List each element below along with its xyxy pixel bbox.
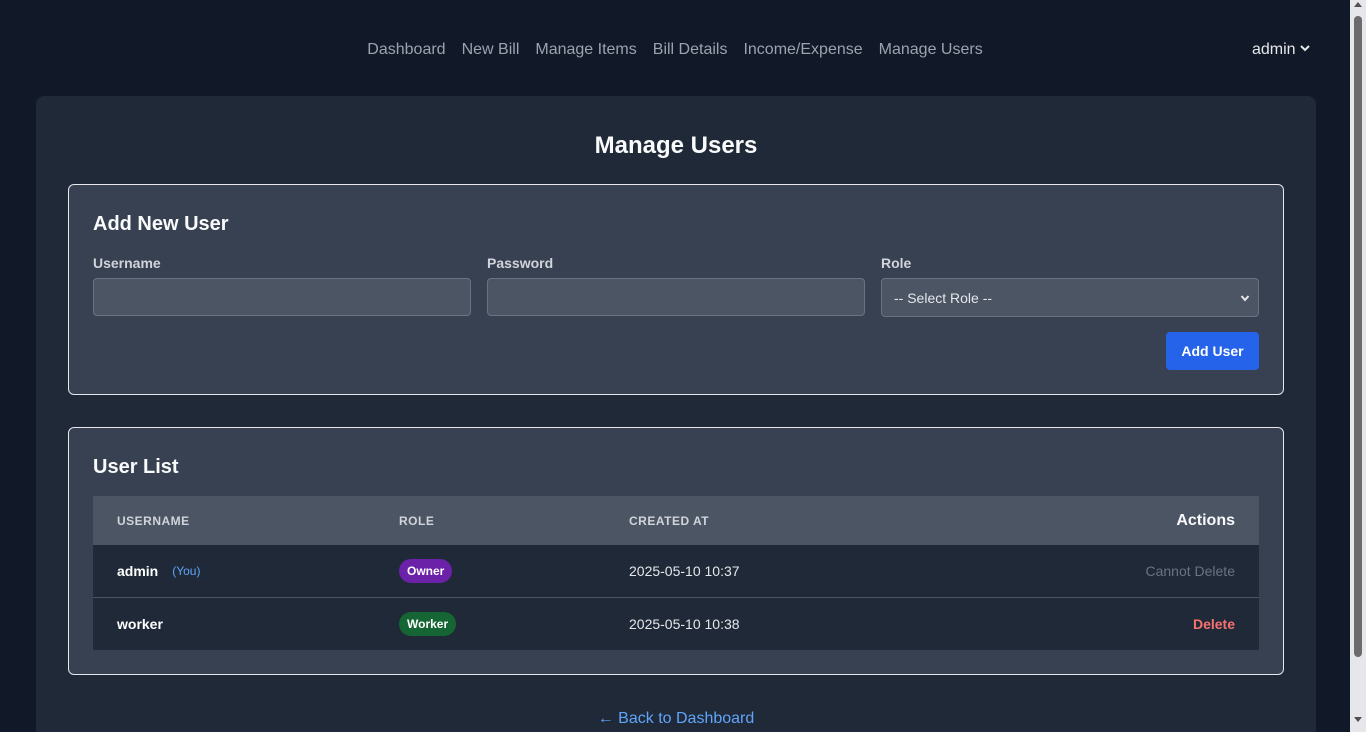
role-cell: Owner	[399, 545, 453, 597]
user-list-panel: User List USERNAME ROLE CREATED AT Actio…	[68, 427, 1284, 675]
created-at-cell: 2025-05-10 10:38	[629, 616, 740, 632]
user-menu-label: admin	[1252, 41, 1296, 58]
scroll-down-arrow-icon[interactable]	[1354, 717, 1362, 722]
user-list-title: User List	[93, 456, 179, 478]
table-header: USERNAME ROLE CREATED AT Actions	[93, 496, 1259, 545]
vertical-scrollbar[interactable]	[1350, 0, 1366, 732]
scrollbar-thumb[interactable]	[1354, 16, 1362, 657]
username-text: admin	[117, 563, 159, 579]
role-cell: Worker	[399, 598, 457, 650]
add-user-panel: Add New User Username Password Role -- S…	[68, 184, 1284, 395]
username-field-group: Username	[93, 255, 471, 316]
main-card: Manage Users Add New User Username Passw…	[36, 96, 1316, 732]
add-user-button[interactable]: Add User	[1166, 332, 1259, 370]
chevron-down-icon	[1299, 40, 1311, 60]
role-badge-owner: Owner	[399, 559, 453, 583]
user-menu[interactable]: admin	[1252, 40, 1311, 60]
nav-link-new-bill[interactable]: New Bill	[462, 40, 520, 60]
role-select[interactable]: -- Select Role --	[881, 278, 1259, 317]
page-title: Manage Users	[594, 132, 758, 159]
role-badge-worker: Worker	[399, 612, 457, 636]
column-header-created-at: CREATED AT	[629, 513, 710, 528]
nav-link-manage-items[interactable]: Manage Items	[535, 40, 636, 60]
nav-link-income-expense[interactable]: Income/Expense	[743, 40, 862, 60]
nav-link-manage-users[interactable]: Manage Users	[879, 40, 983, 60]
role-select-value: -- Select Role --	[894, 289, 993, 306]
column-header-role: ROLE	[399, 513, 435, 528]
username-cell: worker	[117, 598, 163, 650]
users-table: USERNAME ROLE CREATED AT Actions admin (…	[93, 496, 1259, 650]
username-input[interactable]	[93, 278, 471, 316]
cannot-delete-label: Cannot Delete	[1145, 563, 1235, 579]
password-label: Password	[487, 255, 554, 271]
top-navigation: Dashboard New Bill Manage Items Bill Det…	[0, 0, 1350, 96]
nav-link-dashboard[interactable]: Dashboard	[367, 40, 445, 60]
delete-user-button[interactable]: Delete	[1193, 598, 1235, 650]
created-at-cell: 2025-05-10 10:37	[629, 563, 740, 579]
nav-links: Dashboard New Bill Manage Items Bill Det…	[0, 40, 1350, 60]
password-input[interactable]	[487, 278, 865, 316]
current-user-tag: (You)	[172, 564, 201, 578]
column-header-username: USERNAME	[117, 513, 190, 528]
back-to-dashboard-link[interactable]: ← Back to Dashboard	[36, 710, 1316, 728]
table-row: worker Worker 2025-05-10 10:38 Delete	[93, 598, 1259, 650]
column-header-actions: Actions	[1176, 511, 1235, 529]
nav-link-bill-details[interactable]: Bill Details	[653, 40, 728, 60]
username-text: worker	[117, 616, 163, 632]
username-label: Username	[93, 255, 161, 271]
password-field-group: Password	[487, 255, 865, 316]
chevron-down-icon	[1240, 290, 1250, 306]
table-row: admin (You) Owner 2025-05-10 10:37 Canno…	[93, 545, 1259, 598]
role-field-group: Role -- Select Role --	[881, 255, 1259, 317]
add-user-title: Add New User	[93, 213, 229, 235]
scroll-up-arrow-icon[interactable]	[1354, 2, 1362, 7]
username-cell: admin (You)	[117, 545, 200, 597]
role-label: Role	[881, 255, 912, 271]
